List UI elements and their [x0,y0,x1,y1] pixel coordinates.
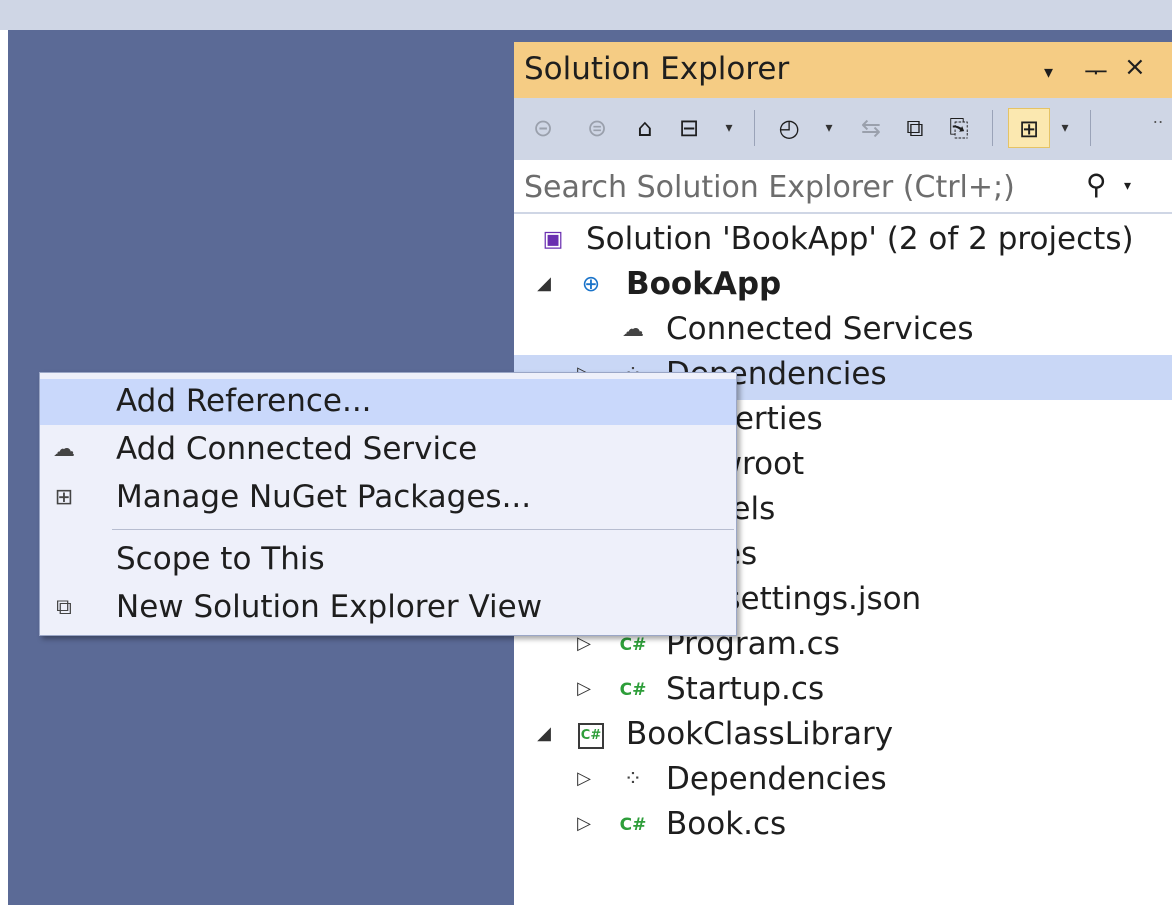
solution-explorer-title: Solution Explorer [524,51,790,87]
pending-changes-dropdown-icon[interactable]: ▾ [822,108,836,148]
connected-services-icon: ☁ [622,317,644,342]
properties-dropdown-icon[interactable]: ▾ [1058,108,1072,148]
close-icon[interactable]: × [1124,52,1146,82]
tree-item-label: BookClassLibrary [626,716,894,752]
toolbar-separator [754,110,755,146]
toolbar-separator [992,110,993,146]
tree-item-bookapp[interactable]: ◢ ⊕ BookApp [514,265,1172,310]
nuget-package-icon: ⊞ [54,485,74,510]
tree-item-label: Startup.cs [666,671,825,707]
dependencies-icon: ⁘ [623,767,643,792]
collapsed-arrow-icon[interactable]: ▷ [574,768,594,789]
add-connected-service-icon: ☁ [53,437,75,462]
ide-top-strip [0,0,1172,30]
collapsed-arrow-icon[interactable]: ▷ [574,633,594,654]
tree-item-solution[interactable]: ▣ Solution 'BookApp' (2 of 2 projects) [514,220,1172,265]
toolbar-separator [1090,110,1091,146]
tree-item-startup-cs[interactable]: ▷ C# Startup.cs [514,670,1172,715]
menu-item-manage-nuget-packages[interactable]: ⊞ Manage NuGet Packages... [40,475,736,521]
pending-changes-filter-icon[interactable]: ◴ [772,108,806,148]
home-icon[interactable]: ⌂ [628,108,662,148]
search-icon[interactable]: ⚲ [1086,168,1107,201]
collapse-all-icon[interactable]: ⧉ [898,108,932,148]
csharp-project-icon: C# [578,723,604,749]
collapsed-arrow-icon[interactable]: ▷ [574,813,594,834]
search-input[interactable] [524,167,1084,207]
csharp-file-icon: C# [619,680,647,700]
expanded-arrow-icon[interactable]: ◢ [534,273,554,294]
tree-item-book-cs[interactable]: ▷ C# Book.cs [514,805,1172,850]
forward-icon[interactable]: ⊜ [582,108,612,148]
expanded-arrow-icon[interactable]: ◢ [534,723,554,744]
show-all-files-icon[interactable]: ⎘ [942,108,976,148]
tree-item-label: Book.cs [666,806,787,842]
ide-left-edge [0,30,8,905]
tree-item-bookclasslibrary[interactable]: ◢ C# BookClassLibrary [514,715,1172,760]
new-solution-explorer-view-icon: ⧉ [56,595,72,620]
solution-icon: ▣ [542,227,564,252]
pin-icon[interactable]: ᅮ [1084,52,1108,89]
web-project-icon: ⊕ [581,272,601,297]
menu-item-scope-to-this[interactable]: Scope to This [40,537,736,583]
properties-icon[interactable]: ⊞ [1008,108,1050,148]
switch-views-dropdown-icon[interactable]: ▾ [722,108,736,148]
menu-item-new-solution-explorer-view[interactable]: ⧉ New Solution Explorer View [40,585,736,631]
collapsed-arrow-icon[interactable]: ▷ [574,678,594,699]
tree-item-label: BookApp [626,266,782,302]
menu-item-label: New Solution Explorer View [116,589,543,625]
menu-item-label: Manage NuGet Packages... [116,479,532,515]
context-menu: Add Reference... ☁ Add Connected Service… [39,372,737,636]
tree-item-label: Dependencies [666,761,887,797]
menu-item-add-reference[interactable]: Add Reference... [40,379,736,425]
toolbar-overflow-icon[interactable]: ‥ [1150,98,1166,138]
csharp-file-icon: C# [619,815,647,835]
solution-explorer-toolbar: ⊝ ⊜ ⌂ ⊟ ▾ ◴ ▾ ⇆ ⧉ ⎘ ⊞ ▾ ‥ [514,98,1172,160]
search-options-dropdown-icon[interactable]: ▾ [1124,178,1131,194]
switch-views-icon[interactable]: ⊟ [672,108,706,148]
menu-separator [112,529,734,530]
tree-item-connected-services[interactable]: ☁ Connected Services [514,310,1172,355]
back-icon[interactable]: ⊝ [528,108,558,148]
menu-item-add-connected-service[interactable]: ☁ Add Connected Service [40,427,736,473]
tree-item-label: Solution 'BookApp' (2 of 2 projects) [586,221,1134,257]
solution-explorer-titlebar[interactable]: Solution Explorer ▾ ᅮ × [514,42,1172,98]
menu-item-label: Scope to This [116,541,325,577]
search-bar: ⚲ ▾ [514,160,1172,214]
window-position-dropdown-icon[interactable]: ▾ [1044,62,1053,83]
sync-icon[interactable]: ⇆ [854,108,888,148]
menu-item-label: Add Reference... [116,383,372,419]
menu-item-label: Add Connected Service [116,431,478,467]
tree-item-library-dependencies[interactable]: ▷ ⁘ Dependencies [514,760,1172,805]
tree-item-label: Connected Services [666,311,974,347]
